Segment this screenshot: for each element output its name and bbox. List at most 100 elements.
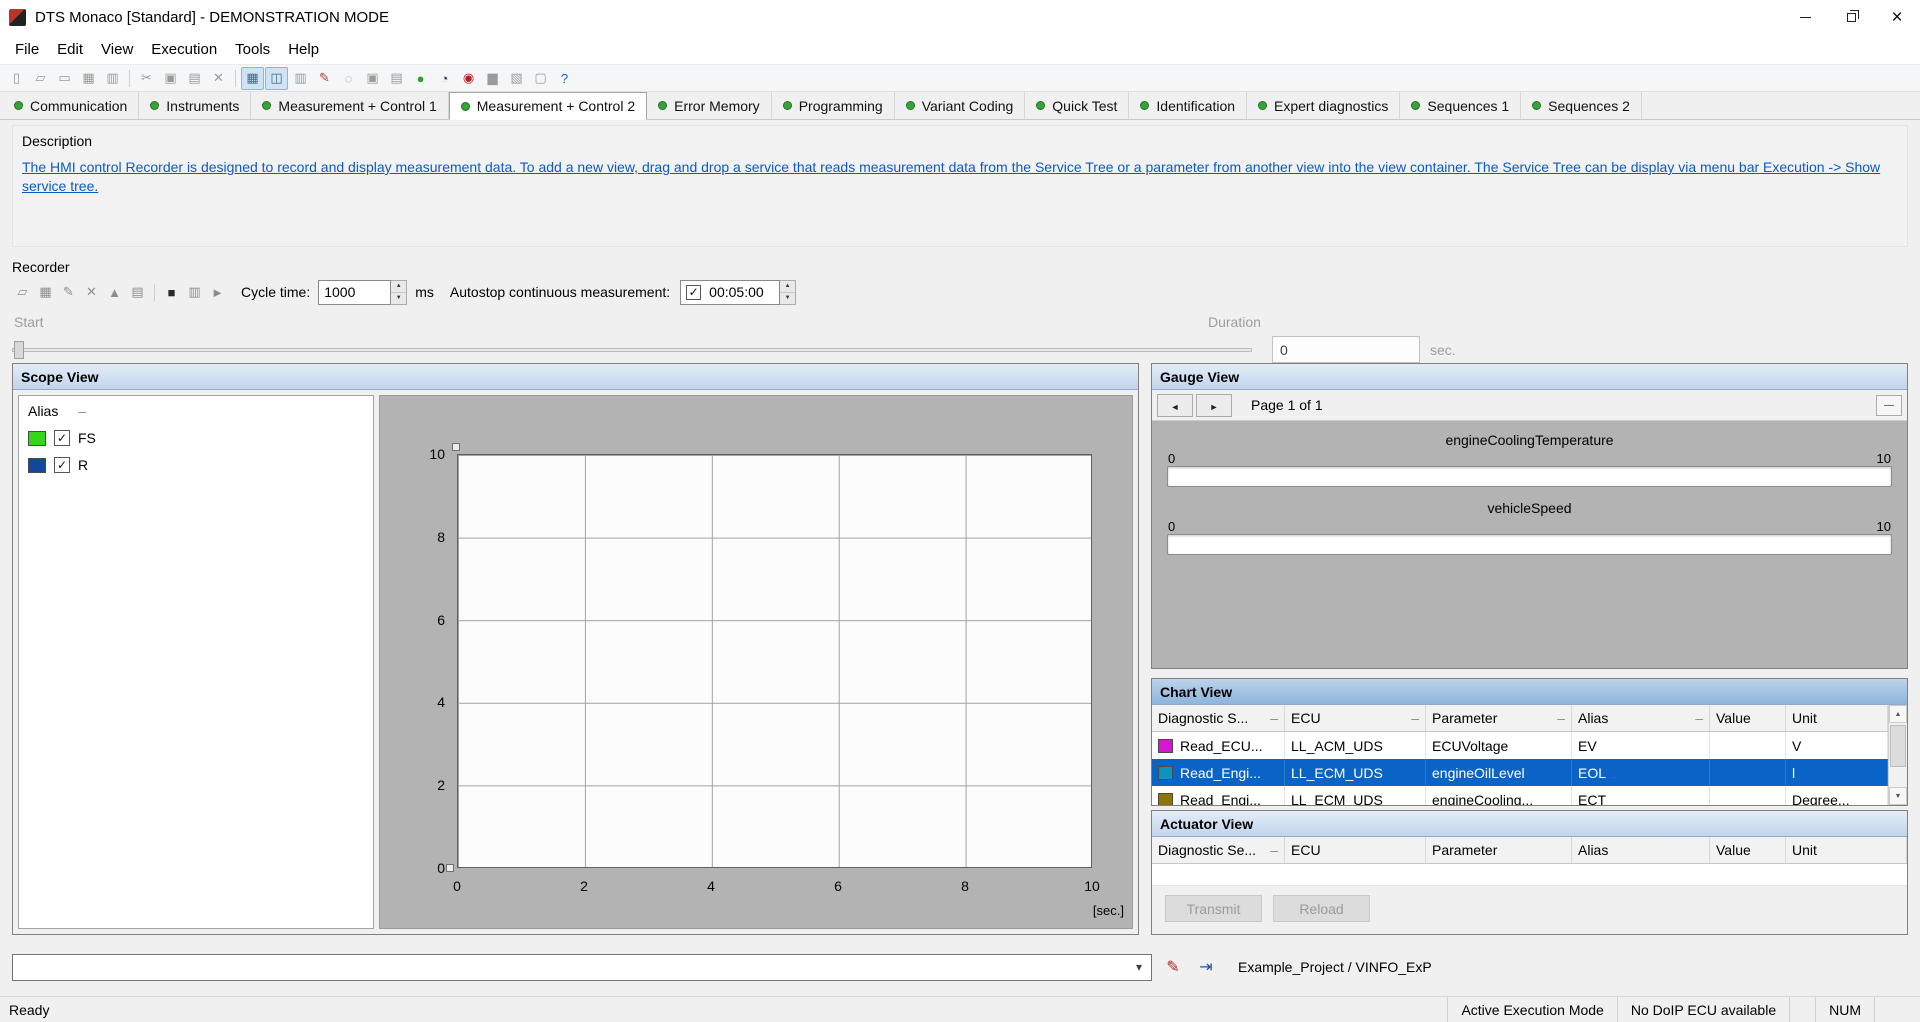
cards-icon[interactable]: ▤ <box>385 67 408 90</box>
scroll-down-icon[interactable] <box>1889 787 1907 805</box>
scrollbar-thumb[interactable] <box>1890 725 1906 767</box>
export-recording-icon[interactable]: ▲ <box>104 282 125 303</box>
tab-measurement-control-1[interactable]: Measurement + Control 1 <box>251 92 448 119</box>
column-header-service[interactable]: Diagnostic S... <box>1152 705 1285 731</box>
save-recording-icon[interactable]: ▦ <box>35 282 56 303</box>
film-export-icon[interactable]: ► <box>207 282 228 303</box>
chart-table-scrollbar[interactable] <box>1888 705 1907 805</box>
column-menu-icon[interactable] <box>1695 710 1703 726</box>
tab-sequences-1[interactable]: Sequences 1 <box>1400 92 1521 119</box>
recording-progress-slider[interactable] <box>12 340 1252 360</box>
report-icon[interactable]: ▧ <box>505 67 528 90</box>
column-menu-icon[interactable] <box>1557 710 1565 726</box>
edit-pen-icon[interactable] <box>1161 955 1185 979</box>
search-icon[interactable]: ◌ <box>337 67 360 90</box>
tab-sequences-2[interactable]: Sequences 2 <box>1521 92 1642 119</box>
scroll-up-icon[interactable] <box>1889 705 1907 723</box>
restore-button[interactable] <box>1828 0 1874 34</box>
close-button[interactable] <box>1874 0 1920 34</box>
spin-up-icon[interactable] <box>780 281 795 292</box>
edit-pen-icon[interactable]: ✎ <box>313 67 336 90</box>
column-header-ecu[interactable]: ECU <box>1285 705 1426 731</box>
view-split-icon[interactable]: ◫ <box>265 67 288 90</box>
signal-checkbox[interactable] <box>54 457 70 473</box>
stop-icon[interactable]: ■ <box>161 282 182 303</box>
signal-row-fs[interactable]: FS <box>28 430 364 446</box>
spin-up-icon[interactable] <box>391 281 406 292</box>
column-menu-icon[interactable] <box>1270 842 1278 858</box>
autostop-checkbox[interactable] <box>686 285 701 300</box>
column-header-parameter[interactable]: Parameter <box>1426 837 1572 863</box>
transmit-button[interactable]: Transmit <box>1165 895 1262 922</box>
column-menu-icon[interactable] <box>1270 710 1278 726</box>
tab-variant-coding[interactable]: Variant Coding <box>895 92 1026 119</box>
new-document-icon[interactable]: ▯ <box>5 67 28 90</box>
menu-file[interactable]: File <box>6 36 48 63</box>
snapshot-icon[interactable]: ▤ <box>127 282 148 303</box>
tab-instruments[interactable]: Instruments <box>139 92 251 119</box>
delete-icon[interactable]: ✕ <box>207 67 230 90</box>
menu-view[interactable]: View <box>92 36 142 63</box>
next-page-button[interactable] <box>1196 394 1232 417</box>
collapse-button[interactable] <box>1876 395 1902 416</box>
column-header-service[interactable]: Diagnostic Se... <box>1152 837 1285 863</box>
open-project-icon[interactable]: ▱ <box>29 67 52 90</box>
column-header-value[interactable]: Value <box>1710 837 1786 863</box>
chart-table-row[interactable]: Read_ECU... LL_ACM_UDS ECUVoltage EV V <box>1152 732 1888 759</box>
slider-thumb[interactable] <box>14 341 24 359</box>
open-recording-icon[interactable]: ▱ <box>12 282 33 303</box>
view-columns-icon[interactable]: ▥ <box>289 67 312 90</box>
scope-plot-area[interactable] <box>457 454 1092 868</box>
minimize-button[interactable] <box>1782 0 1828 34</box>
column-header-unit[interactable]: Unit <box>1786 837 1907 863</box>
green-status-icon[interactable]: ● <box>409 67 432 90</box>
menu-tools[interactable]: Tools <box>226 36 279 63</box>
column-header-unit[interactable]: Unit <box>1786 705 1888 731</box>
tab-communication[interactable]: Communication <box>3 92 139 119</box>
column-header-parameter[interactable]: Parameter <box>1426 705 1572 731</box>
save-icon[interactable]: ▦ <box>77 67 100 90</box>
y-axis-handle-bottom[interactable] <box>446 864 454 872</box>
chart-icon[interactable]: ▆ <box>481 67 504 90</box>
film-icon[interactable]: ▥ <box>184 282 205 303</box>
tab-error-memory[interactable]: Error Memory <box>647 92 772 119</box>
column-header-alias[interactable]: Alias <box>1572 837 1710 863</box>
column-header-value[interactable]: Value <box>1710 705 1786 731</box>
copy-icon[interactable]: ▣ <box>159 67 182 90</box>
cycle-time-spinner[interactable] <box>391 280 407 305</box>
autostop-spinner[interactable] <box>780 280 796 305</box>
tab-programming[interactable]: Programming <box>772 92 895 119</box>
windows-icon[interactable]: ▣ <box>361 67 384 90</box>
cycle-time-input[interactable]: 1000 <box>318 280 391 305</box>
chart-table-row[interactable]: Read_Engi... LL_ECM_UDS engineCooling...… <box>1152 786 1888 805</box>
tab-expert-diagnostics[interactable]: Expert diagnostics <box>1247 92 1400 119</box>
column-header-ecu[interactable]: ECU <box>1285 837 1426 863</box>
tab-quick-test[interactable]: Quick Test <box>1025 92 1129 119</box>
save-all-icon[interactable]: ▥ <box>101 67 124 90</box>
view-grid-icon[interactable]: ▦ <box>241 67 264 90</box>
combobox-dropdown-icon[interactable] <box>1127 955 1151 980</box>
autostop-field[interactable]: 00:05:00 <box>680 280 780 305</box>
service-combobox[interactable] <box>12 954 1152 981</box>
cut-icon[interactable]: ✂ <box>135 67 158 90</box>
menu-help[interactable]: Help <box>279 36 328 63</box>
tab-identification[interactable]: Identification <box>1129 92 1247 119</box>
paste-icon[interactable]: ▤ <box>183 67 206 90</box>
column-menu-icon[interactable] <box>1411 710 1419 726</box>
description-link-text[interactable]: The HMI control Recorder is designed to … <box>22 158 1898 196</box>
clear-recording-icon[interactable]: ✕ <box>81 282 102 303</box>
edit-recording-icon[interactable]: ✎ <box>58 282 79 303</box>
open-folder-icon[interactable]: ▭ <box>53 67 76 90</box>
menu-edit[interactable]: Edit <box>48 36 92 63</box>
connect-icon[interactable] <box>1194 955 1218 979</box>
reload-button[interactable]: Reload <box>1273 895 1370 922</box>
notes-icon[interactable]: ▢ <box>529 67 552 90</box>
signal-checkbox[interactable] <box>54 430 70 446</box>
menu-execution[interactable]: Execution <box>142 36 226 63</box>
spin-down-icon[interactable] <box>780 292 795 304</box>
scope-alias-list[interactable]: Alias FS R <box>18 395 374 929</box>
column-menu-icon[interactable] <box>78 403 86 419</box>
scrollbar-track[interactable] <box>1889 723 1907 787</box>
chart-table-row-selected[interactable]: Read_Engi... LL_ECM_UDS engineOilLevel E… <box>1152 759 1888 786</box>
help-icon[interactable]: ? <box>553 67 576 90</box>
